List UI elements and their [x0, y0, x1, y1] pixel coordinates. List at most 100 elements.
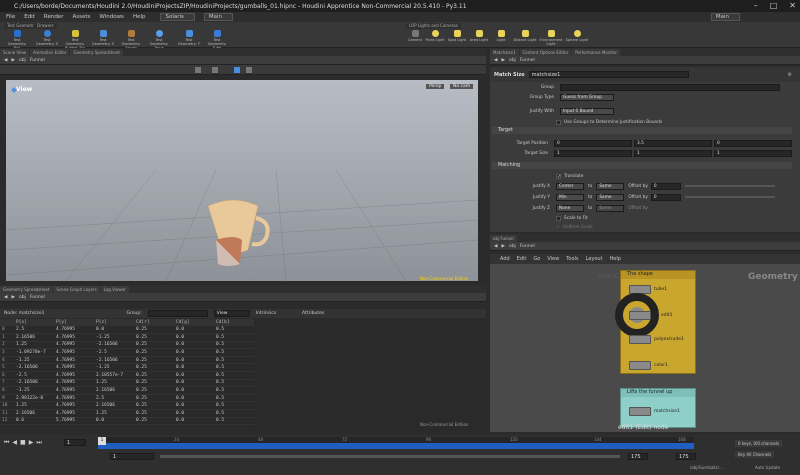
node-edit1[interactable]: [629, 311, 651, 320]
tool-rubber-toy[interactable]: Test Geometry: Rubber Toy: [62, 30, 88, 50]
tool-tube[interactable]: Test Geometry: Tube: [204, 30, 230, 50]
path-context[interactable]: obj: [19, 58, 26, 63]
menu-assets[interactable]: Assets: [72, 14, 90, 20]
tool-sphere[interactable]: Test Geometry: S: [34, 30, 60, 46]
use-groups-checkbox[interactable]: [556, 119, 561, 125]
tab-log-viewer[interactable]: Log Viewer: [100, 285, 129, 293]
camera-menu[interactable]: No cam: [450, 84, 474, 89]
auto-update-select[interactable]: Auto Update: [755, 465, 780, 470]
column-header[interactable]: Cd[b]: [214, 319, 254, 326]
tab-animation-editor[interactable]: Animation Editor: [29, 48, 70, 56]
range-slider[interactable]: [160, 455, 620, 458]
network-menu-edit[interactable]: Edit: [517, 256, 527, 262]
maximize-icon[interactable]: □: [770, 1, 778, 10]
menu-windows[interactable]: Windows: [99, 14, 124, 20]
keys-channels-label[interactable]: 0 keys, 0/0 channels: [735, 440, 783, 447]
table-row[interactable]: 7 -2.16506 4.76995 1.25 0.25 0.0 0.5: [0, 379, 254, 388]
scale-to-fit-checkbox[interactable]: [556, 215, 561, 221]
network-box-lifts-funnel[interactable]: Lifts the funnel up matchsize1: [620, 388, 696, 428]
offset-y-slider[interactable]: [684, 196, 775, 198]
table-row[interactable]: 12 0.6 5.76995 0.0 0.25 0.0 0.5: [0, 417, 254, 426]
persp-menu[interactable]: Persp: [426, 84, 445, 89]
tool-light[interactable]: Light: [488, 30, 514, 42]
tab-geometry-spreadsheet-2[interactable]: Geometry Spreadsheet: [0, 285, 53, 293]
step-back-icon[interactable]: ◀: [12, 439, 17, 447]
path-context[interactable]: obj: [509, 244, 516, 249]
table-row[interactable]: 2 1.25 4.76995 -2.16506 0.25 0.0 0.5: [0, 341, 254, 350]
tool-s[interactable]: Test Geometry: S: [90, 30, 116, 46]
back-icon[interactable]: ◀: [494, 58, 497, 63]
network-menu-view[interactable]: View: [547, 256, 559, 262]
gear-icon[interactable]: ⚙: [788, 72, 792, 78]
tool-t[interactable]: Test Geometry: T: [176, 30, 202, 46]
network-menu-add[interactable]: Add: [500, 256, 510, 262]
forward-icon[interactable]: ▶: [11, 295, 14, 300]
group-type-select[interactable]: Guess from Group: [560, 93, 614, 101]
select-tool-icon[interactable]: [195, 67, 201, 73]
key-all-channels-button[interactable]: Key All Channels: [735, 451, 775, 458]
play-icon[interactable]: ▶: [29, 439, 34, 447]
justify-x-select[interactable]: Center: [556, 182, 584, 190]
attributes-toggle[interactable]: Attributes: [302, 311, 324, 316]
path-node[interactable]: Funnel: [520, 58, 535, 63]
shelf-tab-drawers[interactable]: Drawers: [34, 23, 57, 29]
minimize-icon[interactable]: –: [754, 1, 758, 10]
justify-with-select[interactable]: Input 0 Bound: [560, 107, 614, 115]
table-row[interactable]: 3 -1.09278e-7 4.76995 -2.5 0.25 0.0 0.5: [0, 348, 254, 357]
menu-help[interactable]: Help: [133, 14, 146, 20]
timeline-track[interactable]: 1 24 48 72 96 120 144 168: [98, 437, 694, 449]
back-icon[interactable]: ◀: [494, 244, 497, 249]
desktop-select[interactable]: Solaris: [160, 13, 195, 21]
table-row[interactable]: 1 2.16506 4.76995 -1.25 0.25 0.0 0.5: [0, 333, 254, 342]
spreadsheet-view-select[interactable]: View: [213, 310, 250, 317]
group-input[interactable]: [560, 83, 780, 91]
context-select-right[interactable]: Main: [710, 13, 740, 21]
skip-start-icon[interactable]: ⏮: [4, 439, 9, 447]
node-color1[interactable]: [629, 361, 651, 370]
table-row[interactable]: 4 -1.25 4.76995 -2.16506 0.25 0.0 0.5: [0, 356, 254, 365]
network-canvas[interactable]: Geometry Non-Co The shape tube1 edit1 po…: [490, 264, 800, 432]
offset-y-input[interactable]: 0: [650, 193, 681, 201]
view-mode-icon[interactable]: [234, 67, 240, 73]
scene-viewport[interactable]: View Persp No cam Non-Commercial Edition: [6, 80, 478, 281]
menu-file[interactable]: File: [6, 14, 15, 20]
table-row[interactable]: 11 2.16506 4.76995 1.25 0.25 0.0 0.5: [0, 409, 254, 418]
target-position-z[interactable]: 0: [714, 139, 792, 147]
move-tool-icon[interactable]: [212, 67, 218, 73]
timeline-range-bar[interactable]: [98, 443, 694, 449]
tool-squab[interactable]: Test Geometry: Squab: [118, 30, 144, 50]
stop-icon[interactable]: ■: [20, 439, 26, 447]
start-frame-input[interactable]: 1: [110, 453, 154, 460]
table-row[interactable]: 10 1.25 4.76995 2.16506 0.25 0.0 0.5: [0, 401, 254, 411]
network-box-the-shape[interactable]: The shape tube1 edit1 polyextrude1 color…: [615, 270, 696, 374]
table-row[interactable]: 5 -2.16506 4.76995 -1.25 0.25 0.0 0.5: [0, 363, 254, 373]
justify-z-select[interactable]: None: [556, 204, 584, 212]
table-row[interactable]: 9 2.98122e-8 4.76995 2.5 0.25 0.0 0.5: [0, 394, 254, 403]
timeline-cursor[interactable]: 1: [98, 437, 106, 445]
column-header[interactable]: P[x]: [14, 319, 54, 326]
target-size-x[interactable]: 1: [554, 149, 632, 157]
network-menu-go[interactable]: Go: [533, 256, 540, 262]
tab-scene-view[interactable]: Scene View: [0, 48, 29, 56]
forward-icon[interactable]: ▶: [501, 58, 504, 63]
column-header[interactable]: P[z]: [94, 319, 134, 326]
offset-x-input[interactable]: 0: [650, 182, 681, 190]
column-header[interactable]: Cd[g]: [174, 319, 214, 326]
funnel-model[interactable]: [196, 198, 276, 272]
tab-matchsize1[interactable]: Matchsize1: [490, 48, 519, 56]
justify-z-to-select[interactable]: Same: [596, 204, 625, 212]
translate-checkbox[interactable]: ✓: [556, 173, 561, 179]
table-row[interactable]: 0 2.5 4.76995 0.0 0.25 0.0 0.5: [0, 326, 254, 335]
network-menu-layout[interactable]: Layout: [586, 256, 603, 262]
shelf-tab-lop-lights[interactable]: LOP Lights and Cameras: [406, 23, 461, 29]
node-matchsize1[interactable]: [629, 407, 651, 416]
path-node[interactable]: Funnel: [30, 58, 45, 63]
tab-geometry-spreadsheet[interactable]: Geometry Spreadsheet: [70, 48, 123, 56]
column-header[interactable]: Cd[r]: [134, 319, 174, 326]
matching-section[interactable]: Matching: [492, 162, 792, 169]
target-position-x[interactable]: 0: [554, 139, 632, 147]
end-frame-input-2[interactable]: 175: [676, 453, 696, 460]
path-node[interactable]: Funnel: [30, 295, 45, 300]
justify-x-to-select[interactable]: Same: [596, 182, 625, 190]
close-icon[interactable]: ✕: [789, 1, 796, 10]
